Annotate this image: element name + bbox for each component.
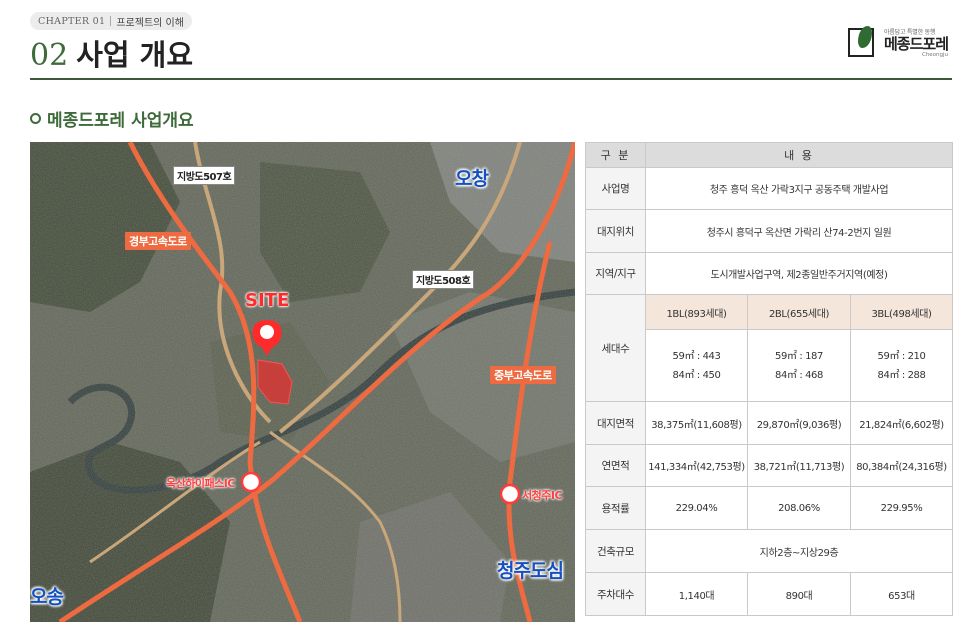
table-header-content: 내 용	[645, 142, 953, 168]
chapter-number: CHAPTER 01	[38, 15, 106, 27]
row-label-project-name: 사업명	[585, 167, 646, 210]
table-row: 대지면적 38,375㎡(11,608평) 29,870㎡(9,036평) 21…	[585, 401, 953, 445]
block-3-unit-59: 59㎡ : 210	[877, 350, 926, 362]
floor-area-3: 80,384㎡(24,316평)	[850, 444, 953, 487]
table-row: 대지위치 청주시 흥덕구 옥산면 가락리 산74-2번지 일원	[585, 209, 953, 253]
far-3: 229.95%	[850, 486, 953, 530]
section-heading: 메종드포레 사업개요	[30, 106, 194, 131]
site-area-1: 38,375㎡(11,608평)	[645, 401, 748, 445]
far-2: 208.06%	[747, 486, 851, 530]
chapter-title: 프로젝트의 이해	[116, 17, 184, 29]
row-label-households: 세대수	[585, 294, 646, 402]
table-row: 지역/지구 도시개발사업구역, 제2종일반주거지역(예정)	[585, 252, 953, 295]
row-label-floor-area: 연면적	[585, 444, 646, 487]
row-label-far: 용적률	[585, 486, 646, 530]
highway-label-gyeongbu: 경부고속도로	[125, 232, 191, 250]
logo-leaf-icon	[848, 26, 878, 58]
city-label-ochang: 오창	[455, 168, 489, 190]
block-2-unit-84: 84㎡ : 468	[775, 369, 823, 381]
project-name-value: 청주 흥덕 옥산 가락3지구 공동주택 개발사업	[645, 167, 953, 210]
table-row: 주차대수 1,140대 890대 653대	[585, 572, 953, 616]
row-label-parking: 주차대수	[585, 572, 646, 616]
block-2-unit-59: 59㎡ : 187	[775, 350, 823, 362]
logo-name: 메종드포레	[884, 34, 949, 53]
page-title-text: 사업 개요	[76, 38, 194, 72]
city-label-cheongju: 청주도심	[497, 560, 564, 582]
scale-value: 지하2층~지상29층	[645, 529, 953, 573]
location-value: 청주시 흥덕구 옥산면 가락리 산74-2번지 일원	[645, 209, 953, 253]
logo-english: Cheongju	[921, 51, 949, 58]
table-row: 연면적 141,334㎡(42,753평) 38,721㎡(11,713평) 8…	[585, 444, 953, 487]
block-1-unit-59: 59㎡ : 443	[672, 350, 721, 362]
road-label-508: 지방도508호	[412, 270, 475, 289]
table-row: 건축규모 지하2층~지상29층	[585, 529, 953, 573]
floor-area-1: 141,334㎡(42,753평)	[645, 444, 748, 487]
row-label-location: 대지위치	[585, 209, 646, 253]
ic-marker-icon	[240, 471, 262, 493]
circle-bullet-icon	[30, 113, 41, 124]
parking-2: 890대	[747, 572, 851, 616]
chapter-badge: CHAPTER 01 프로젝트의 이해	[30, 12, 192, 30]
header-divider	[30, 78, 952, 80]
site-area-3: 21,824㎡(6,602평)	[850, 401, 953, 445]
ic-label-oksan: 옥산하이패스IC	[166, 477, 235, 490]
brand-logo: 아름답고 특별한 동행 메종드포레 Cheongju	[848, 26, 949, 58]
zoning-value: 도시개발사업구역, 제2종일반주거지역(예정)	[645, 252, 953, 295]
block-1-header: 1BL(893세대)	[645, 294, 748, 330]
city-label-osong: 오송	[30, 586, 64, 608]
ic-label-seocheongju: 서청주IC	[522, 489, 563, 502]
table-header-row: 구 분 내 용	[585, 142, 953, 168]
section-title: 메종드포레 사업개요	[47, 111, 194, 131]
page-title: 02 사업 개요	[30, 32, 193, 74]
location-map: 지방도507호 지방도508호 경부고속도로 중부고속도로 오창 청주도심 오송…	[30, 142, 575, 622]
row-label-scale: 건축규모	[585, 529, 646, 573]
table-header-category: 구 분	[585, 142, 646, 168]
block-3-units: 59㎡ : 210 84㎡ : 288	[850, 329, 953, 402]
block-3-unit-84: 84㎡ : 288	[877, 369, 926, 381]
block-2-units: 59㎡ : 187 84㎡ : 468	[747, 329, 851, 402]
chapter-divider	[110, 16, 112, 26]
row-label-zoning: 지역/지구	[585, 252, 646, 295]
page-title-number: 02	[30, 38, 69, 73]
far-1: 229.04%	[645, 486, 748, 530]
floor-area-2: 38,721㎡(11,713평)	[747, 444, 851, 487]
block-1-unit-84: 84㎡ : 450	[672, 369, 721, 381]
block-2-header: 2BL(655세대)	[747, 294, 851, 330]
site-area-2: 29,870㎡(9,036평)	[747, 401, 851, 445]
table-row: 세대수 1BL(893세대) 2BL(655세대) 3BL(498세대)	[585, 294, 953, 402]
ic-marker-icon	[499, 483, 521, 505]
block-1-units: 59㎡ : 443 84㎡ : 450	[645, 329, 748, 402]
table-row: 용적률 229.04% 208.06% 229.95%	[585, 486, 953, 530]
site-label: SITE	[245, 290, 290, 311]
row-label-site-area: 대지면적	[585, 401, 646, 445]
parking-3: 653대	[850, 572, 953, 616]
highway-label-jungbu: 중부고속도로	[490, 366, 556, 384]
parking-1: 1,140대	[645, 572, 748, 616]
road-label-507: 지방도507호	[173, 166, 236, 185]
table-row: 사업명 청주 흥덕 옥산 가락3지구 공동주택 개발사업	[585, 167, 953, 210]
project-overview-table: 구 분 내 용 사업명 청주 흥덕 옥산 가락3지구 공동주택 개발사업 대지위…	[585, 142, 953, 616]
block-3-header: 3BL(498세대)	[850, 294, 953, 330]
